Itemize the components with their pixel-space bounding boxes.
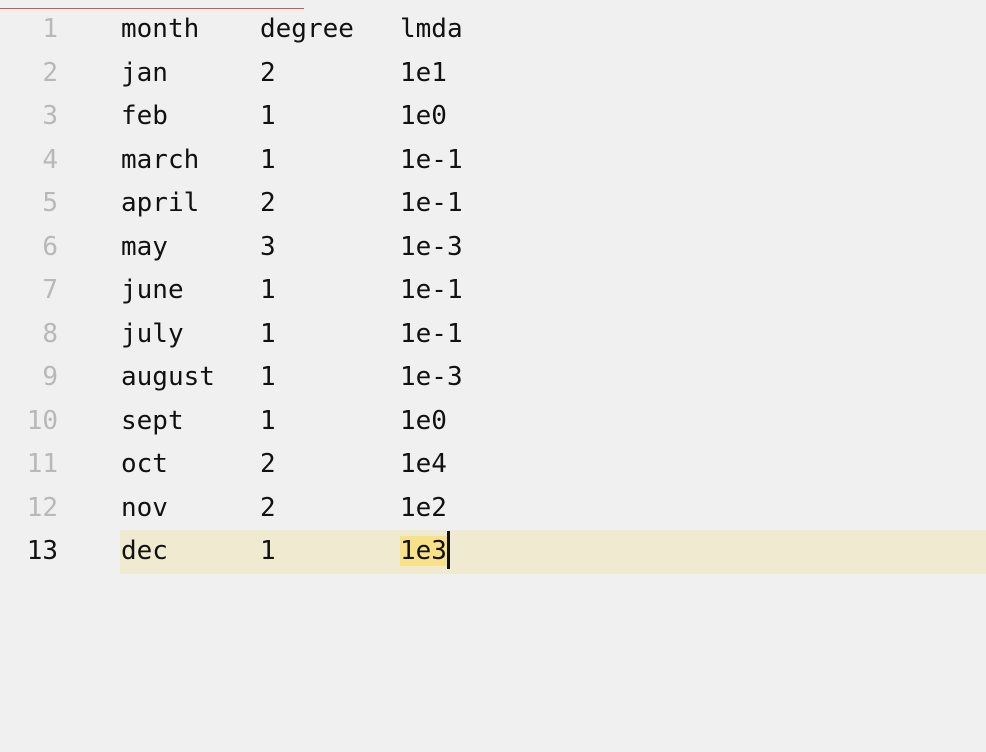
cell-lmda[interactable]: lmda bbox=[400, 8, 463, 52]
cell-lmda[interactable]: 1e-1 bbox=[400, 269, 463, 313]
cell-degree[interactable]: 1 bbox=[260, 530, 276, 574]
line-number: 10 bbox=[26, 405, 58, 436]
cell-degree[interactable]: 1 bbox=[260, 356, 276, 400]
cell-degree[interactable]: 2 bbox=[260, 52, 276, 96]
editor-line[interactable]: 1 month degree lmda bbox=[0, 8, 986, 52]
line-number: 3 bbox=[42, 101, 58, 131]
cell-month[interactable]: april bbox=[121, 182, 199, 226]
cell-lmda[interactable]: 1e-3 bbox=[400, 226, 463, 270]
cell-degree[interactable]: 1 bbox=[260, 139, 276, 183]
cell-month[interactable]: nov bbox=[121, 487, 168, 531]
cell-degree[interactable]: 2 bbox=[260, 182, 276, 226]
line-number: 8 bbox=[42, 318, 58, 349]
editor-line[interactable]: 12 nov 2 1e2 bbox=[0, 487, 986, 531]
line-number: 5 bbox=[42, 188, 58, 218]
editor-line[interactable]: 4 march 1 1e-1 bbox=[0, 139, 986, 183]
cell-lmda[interactable]: 1e-1 bbox=[400, 139, 463, 183]
cell-lmda[interactable]: 1e2 bbox=[400, 487, 447, 531]
cell-lmda[interactable]: 1e0 bbox=[400, 400, 447, 444]
cell-lmda[interactable]: 1e3 bbox=[400, 530, 450, 574]
line-number: 11 bbox=[26, 449, 58, 479]
line-number: 12 bbox=[26, 492, 58, 523]
text-cursor bbox=[446, 530, 450, 569]
line-number: 2 bbox=[42, 57, 58, 88]
editor-line[interactable]: 13 dec 1 1e3 bbox=[0, 530, 986, 574]
cell-degree[interactable]: 3 bbox=[260, 226, 276, 270]
cell-lmda[interactable]: 1e-1 bbox=[400, 182, 463, 226]
line-number: 1 bbox=[42, 14, 58, 44]
editor-lines[interactable]: 1 month degree lmda 2 jan 2 1e1 3 feb 1 1e0 4 march 1 1… bbox=[0, 8, 986, 574]
cell-month[interactable]: month bbox=[121, 8, 199, 52]
cell-month[interactable]: oct bbox=[121, 443, 168, 487]
current-line-highlight bbox=[120, 530, 986, 574]
editor-line[interactable]: 3 feb 1 1e0 bbox=[0, 95, 986, 139]
editor-line[interactable]: 10 sept 1 1e0 bbox=[0, 400, 986, 444]
line-number: 9 bbox=[42, 362, 58, 392]
editor-line[interactable]: 11 oct 2 1e4 bbox=[0, 443, 986, 487]
cell-month[interactable]: jan bbox=[121, 52, 168, 96]
cell-lmda[interactable]: 1e1 bbox=[400, 52, 447, 96]
cell-degree[interactable]: 1 bbox=[260, 269, 276, 313]
cell-month[interactable]: august bbox=[121, 356, 215, 400]
editor-line[interactable]: 9 august 1 1e-3 bbox=[0, 356, 986, 400]
text-editor[interactable]: 1 month degree lmda 2 jan 2 1e1 3 feb 1 1e0 4 march 1 1… bbox=[0, 0, 986, 752]
editor-line[interactable]: 8 july 1 1e-1 bbox=[0, 313, 986, 357]
cell-degree[interactable]: degree bbox=[260, 8, 354, 52]
cell-degree[interactable]: 1 bbox=[260, 313, 276, 357]
cell-degree[interactable]: 2 bbox=[260, 487, 276, 531]
line-number: 4 bbox=[42, 144, 58, 175]
line-number: 6 bbox=[42, 231, 58, 262]
cell-lmda[interactable]: 1e4 bbox=[400, 443, 447, 487]
selected-text[interactable]: 1e3 bbox=[400, 536, 447, 566]
cell-month[interactable]: dec bbox=[121, 530, 168, 574]
cell-month[interactable]: sept bbox=[121, 400, 184, 444]
editor-line[interactable]: 2 jan 2 1e1 bbox=[0, 52, 986, 96]
editor-line[interactable]: 6 may 3 1e-3 bbox=[0, 226, 986, 270]
cell-lmda[interactable]: 1e0 bbox=[400, 95, 447, 139]
cell-month[interactable]: july bbox=[121, 313, 184, 357]
cell-month[interactable]: june bbox=[121, 269, 184, 313]
cell-month[interactable]: may bbox=[121, 226, 168, 270]
cell-lmda[interactable]: 1e-1 bbox=[400, 313, 463, 357]
cell-degree[interactable]: 1 bbox=[260, 400, 276, 444]
cell-degree[interactable]: 1 bbox=[260, 95, 276, 139]
cell-degree[interactable]: 2 bbox=[260, 443, 276, 487]
editor-line[interactable]: 7 june 1 1e-1 bbox=[0, 269, 986, 313]
editor-line[interactable]: 5 april 2 1e-1 bbox=[0, 182, 986, 226]
line-number: 7 bbox=[42, 275, 58, 305]
cell-month[interactable]: feb bbox=[121, 95, 168, 139]
cell-month[interactable]: march bbox=[121, 139, 199, 183]
cell-lmda[interactable]: 1e-3 bbox=[400, 356, 463, 400]
line-number: 13 bbox=[26, 536, 58, 566]
